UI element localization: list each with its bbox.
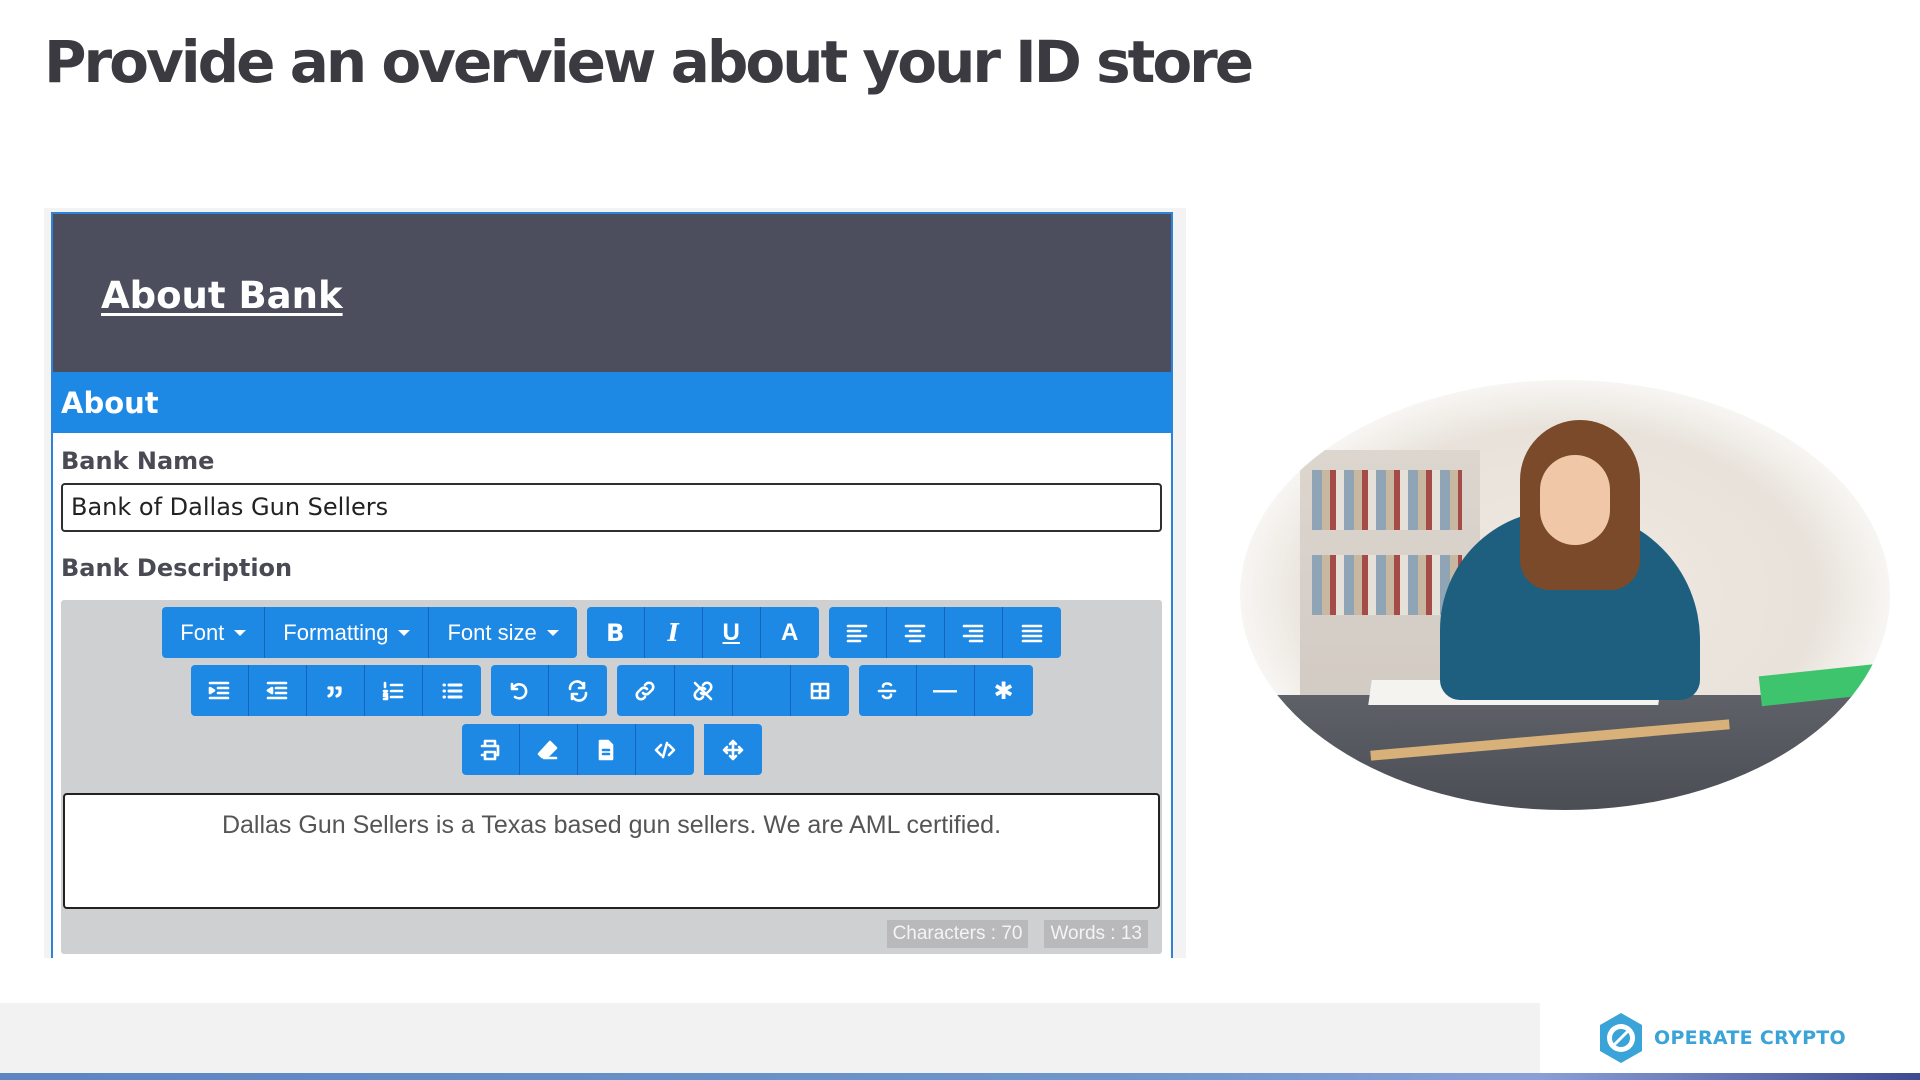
table-button[interactable] (790, 665, 849, 716)
special-char-button[interactable]: ✱ (974, 665, 1033, 716)
toolbar-group-misc: — ✱ (858, 665, 1033, 716)
horizontal-rule-button[interactable]: — (916, 665, 975, 716)
font-color-button[interactable]: A (760, 607, 819, 658)
font-color-icon: A (781, 618, 799, 646)
print-button[interactable] (461, 724, 520, 775)
footer-band (0, 1003, 1540, 1073)
align-left-button[interactable] (828, 607, 887, 658)
code-icon (654, 741, 675, 758)
outdent-button[interactable] (248, 665, 307, 716)
editor-counters: Characters : 70 Words : 13 (886, 920, 1148, 948)
align-center-icon (904, 624, 926, 642)
unlink-button[interactable] (674, 665, 733, 716)
ordered-list-icon (382, 681, 404, 700)
strikethrough-icon (877, 681, 897, 699)
panel-header: About Bank (53, 214, 1171, 372)
editor-content-area[interactable]: Dallas Gun Sellers is a Texas based gun … (63, 793, 1160, 909)
toolbar-group-insert (616, 665, 849, 716)
strikethrough-button[interactable] (858, 665, 917, 716)
toolbar-group-dropdowns: Font Formatting Font size (162, 607, 577, 658)
indent-button[interactable] (190, 665, 249, 716)
link-icon (635, 680, 655, 701)
horizontal-rule-icon: — (933, 676, 957, 704)
toolbar-row-1: Font Formatting Font size B I U A (61, 607, 1162, 658)
toolbar-row-2: — ✱ (61, 665, 1162, 716)
document-button[interactable] (577, 724, 636, 775)
toolbar-group-history (490, 665, 607, 716)
redo-icon (568, 679, 587, 702)
unordered-list-icon (442, 683, 462, 698)
formatting-dropdown-label: Formatting (283, 619, 389, 645)
font-dropdown-label: Font (180, 619, 225, 645)
underline-button[interactable]: U (702, 607, 761, 658)
toolbar-group-text-style: B I U A (586, 607, 819, 658)
font-size-dropdown[interactable]: Font size (429, 607, 577, 658)
toolbar-group-blocks (190, 665, 481, 716)
quote-icon (327, 685, 342, 698)
fullscreen-icon (722, 739, 743, 760)
font-size-dropdown-label: Font size (447, 619, 537, 645)
eraser-button[interactable] (519, 724, 578, 775)
align-justify-button[interactable] (1002, 607, 1061, 658)
about-bank-form: About Bank About Bank Name Bank of Dalla… (51, 212, 1173, 958)
undo-icon (510, 682, 528, 700)
align-left-icon (846, 624, 868, 642)
operate-crypto-logo-icon (1600, 1013, 1642, 1063)
rich-text-editor: Font Formatting Font size B I U A — ✱ Da… (61, 600, 1162, 954)
bank-name-label: Bank Name (61, 447, 215, 475)
align-justify-icon (1021, 624, 1043, 642)
toolbar-group-utility (461, 724, 694, 775)
bank-name-input[interactable]: Bank of Dallas Gun Sellers (61, 483, 1162, 532)
redo-button[interactable] (548, 665, 607, 716)
align-center-button[interactable] (886, 607, 945, 658)
characters-count: Characters : 70 (886, 920, 1029, 948)
quote-button[interactable] (306, 665, 365, 716)
girl-face (1540, 455, 1610, 545)
italic-icon: I (667, 618, 679, 647)
girl-writing-photo (1240, 380, 1890, 810)
company-logo: OPERATE CRYPTO (1540, 1003, 1920, 1073)
ordered-list-button[interactable] (364, 665, 423, 716)
bank-description-label: Bank Description (61, 554, 293, 582)
bottom-stripe (0, 1073, 1920, 1080)
bold-button[interactable]: B (586, 607, 645, 658)
document-icon (598, 739, 614, 760)
chevron-down-icon (398, 629, 411, 636)
toolbar-group-fullscreen (703, 724, 762, 775)
align-right-button[interactable] (944, 607, 1003, 658)
indent-icon (208, 681, 230, 699)
print-icon (480, 739, 500, 760)
bold-icon: B (606, 618, 625, 647)
fullscreen-button[interactable] (703, 724, 762, 775)
eraser-icon (537, 740, 558, 759)
about-section-bar: About (53, 372, 1171, 433)
special-char-icon: ✱ (993, 676, 1014, 705)
link-button[interactable] (616, 665, 675, 716)
toolbar-group-align (828, 607, 1061, 658)
books (1312, 555, 1462, 615)
unlink-icon (693, 680, 713, 701)
underline-icon: U (722, 618, 740, 646)
italic-button[interactable]: I (644, 607, 703, 658)
source-code-button[interactable] (635, 724, 694, 775)
formatting-dropdown[interactable]: Formatting (265, 607, 430, 658)
align-right-icon (962, 624, 984, 642)
desk (1240, 695, 1890, 810)
chevron-down-icon (234, 629, 247, 636)
slide: Provide an overview about your ID store … (0, 0, 1920, 1080)
toolbar-row-3 (61, 724, 1162, 775)
image-button[interactable] (732, 665, 791, 716)
chevron-down-icon (546, 629, 559, 636)
words-count: Words : 13 (1044, 920, 1148, 948)
table-icon (810, 682, 829, 699)
slide-title: Provide an overview about your ID store (44, 28, 1254, 96)
logo-text: OPERATE CRYPTO (1654, 1027, 1847, 1049)
font-dropdown[interactable]: Font (162, 607, 266, 658)
unordered-list-button[interactable] (422, 665, 481, 716)
books (1312, 470, 1462, 530)
undo-button[interactable] (490, 665, 549, 716)
outdent-icon (266, 681, 288, 699)
about-bank-heading[interactable]: About Bank (101, 274, 343, 317)
